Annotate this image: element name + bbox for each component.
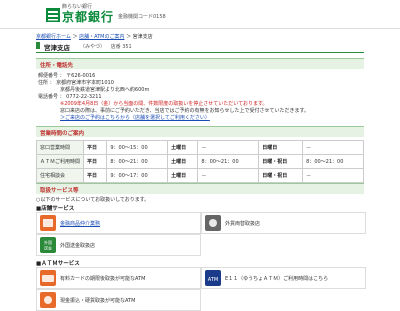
services-section-header: 取扱サービス等 — [36, 183, 364, 194]
breadcrumb-stores-link[interactable]: 店舗・ATMのご案内 — [79, 34, 124, 40]
address: 住所 ： 京都府宮津市字本町1010 — [38, 80, 114, 86]
service-card-label: 有料カードの期限後取扱が可能なATM — [60, 276, 146, 282]
service-card-label[interactable]: E１１（ゆうちょＡＴＭ）ご利用時間はこちら — [225, 275, 328, 282]
service-card-label: 外貨両替取扱店 — [225, 221, 261, 227]
location-section-header: 住所・電話先 — [36, 58, 364, 69]
weekday-label: 平日 — [83, 154, 108, 169]
breadcrumb-current: 宮津支店 — [132, 34, 153, 40]
cash-transfer-icon — [40, 292, 56, 308]
currency-exchange-icon — [205, 215, 221, 231]
postal-code: 郵便番号 ： 〒626-0016 — [38, 73, 96, 79]
bank-logo-icon[interactable] — [46, 8, 60, 22]
weekday-label: 平日 — [83, 168, 108, 183]
yucho-atm-icon: ATM — [205, 270, 221, 286]
sunday-time: － — [302, 140, 364, 155]
reservation-info: 窓口来店の際は、事前にご予約いただき、当店ではご予約の有無をお知らせした上で受付… — [60, 108, 309, 114]
weekday-time: 9：00～17：00 — [106, 168, 169, 183]
svg-text:外国: 外国 — [44, 239, 52, 245]
access-info: 京都丹後鉄道宮津駅より北西へ約600m — [60, 87, 150, 93]
saturday-time: 8：00～21：00 — [197, 154, 260, 169]
sunday-label: 日曜日 — [258, 140, 304, 155]
hours-section-header: 営業時間のご案内 — [36, 126, 364, 137]
saturday-time: － — [197, 140, 260, 155]
header-divider — [0, 28, 400, 29]
service-card[interactable]: 外国 送金 外国送金取扱店 — [36, 234, 201, 256]
hours-table: 窓口営業時間 平日 9：00～15：00 土曜日 － 日曜日 － ＡＴＭご利用時… — [35, 140, 364, 183]
title-divider — [36, 52, 364, 53]
hours-label: ＡＴＭご利用時間 — [35, 154, 85, 169]
service-card[interactable]: 現金振込・硬貨取扱が可能なATM — [36, 289, 201, 311]
reservation-link[interactable]: ＞ご来店のご予約はこちらから（店舗を選択してご利用ください） — [60, 114, 210, 121]
weekday-time: 9：00～15：00 — [106, 140, 169, 155]
bank-code: 金融機関コード0158 — [118, 14, 166, 20]
service-card-label: 外国送金取扱店 — [60, 243, 96, 249]
table-row: 住宅相談会 平日 9：00～17：00 土曜日 － 日曜・祝日 － — [35, 168, 364, 183]
phone-number: 電話番号 ： 0772-22-3211 — [38, 94, 102, 100]
store-services-heading: ■店舗サービス — [36, 206, 75, 212]
foreign-remittance-icon: 外国 送金 — [40, 237, 56, 253]
sunday-label: 日曜・祝日 — [258, 168, 304, 183]
hours-heading: 営業時間のご案内 — [40, 131, 85, 137]
page-title: 宮津支店 — [44, 44, 70, 52]
service-card-label[interactable]: 金融商品仲介業務 — [60, 220, 100, 227]
sunday-time: 8：00～21：00 — [302, 154, 364, 169]
saturday-label: 土曜日 — [167, 168, 199, 183]
service-card[interactable]: 有料カードの期限後取扱が可能なATM — [36, 267, 201, 289]
table-row: ＡＴＭご利用時間 平日 8：00～21：00 土曜日 8：00～21：00 日曜… — [35, 154, 364, 169]
hours-label: 窓口営業時間 — [35, 140, 85, 155]
sunday-time: － — [302, 168, 364, 183]
branch-number: 店番 351 — [110, 44, 132, 50]
saturday-time: － — [197, 168, 260, 183]
service-card[interactable]: 金融商品仲介業務 — [36, 212, 201, 234]
bank-logo-text[interactable]: 京都銀行 — [62, 8, 114, 25]
breadcrumb-home-link[interactable]: 京都銀行ホーム — [36, 34, 71, 40]
weekday-label: 平日 — [83, 140, 108, 155]
service-card[interactable]: ATM E１１（ゆうちょＡＴＭ）ご利用時間はこちら — [201, 267, 366, 289]
saturday-label: 土曜日 — [167, 154, 199, 169]
breadcrumb-separator: ＞ — [72, 34, 78, 40]
title-marker — [36, 42, 40, 49]
hours-label: 住宅相談会 — [35, 168, 85, 183]
svg-text:ATM: ATM — [208, 277, 218, 283]
location-heading: 住所・電話先 — [40, 63, 74, 69]
title-reading: （みやづ） — [80, 44, 106, 50]
saturday-label: 土曜日 — [167, 140, 199, 155]
atm-services-heading: ■ＡＴＭサービス — [36, 261, 80, 267]
table-row: 窓口営業時間 平日 9：00～15：00 土曜日 － 日曜日 － — [35, 140, 364, 155]
service-card[interactable]: 外貨両替取扱店 — [201, 212, 366, 234]
breadcrumb: 京都銀行ホーム ＞ 店舗・ATMのご案内 ＞ 宮津支店 — [36, 33, 153, 40]
weekday-time: 8：00～21：00 — [106, 154, 169, 169]
notice-text: ※2009年4月8日（金）から当面の間、件数限度の取扱いを停止させていただいてお… — [60, 101, 268, 107]
financial-product-icon — [40, 215, 56, 231]
services-heading: 取扱サービス等 — [40, 188, 79, 194]
sunday-label: 日曜・祝日 — [258, 154, 304, 169]
services-intro: ○以下のサービスについてお取扱いしております。 — [36, 197, 150, 203]
page-subtitle: （みやづ） 店番 351 — [80, 43, 132, 50]
svg-text:送金: 送金 — [44, 245, 52, 251]
breadcrumb-separator: ＞ — [126, 34, 132, 40]
service-card-label: 現金振込・硬貨取扱が可能なATM — [60, 298, 136, 304]
atm-card-icon — [40, 270, 56, 286]
